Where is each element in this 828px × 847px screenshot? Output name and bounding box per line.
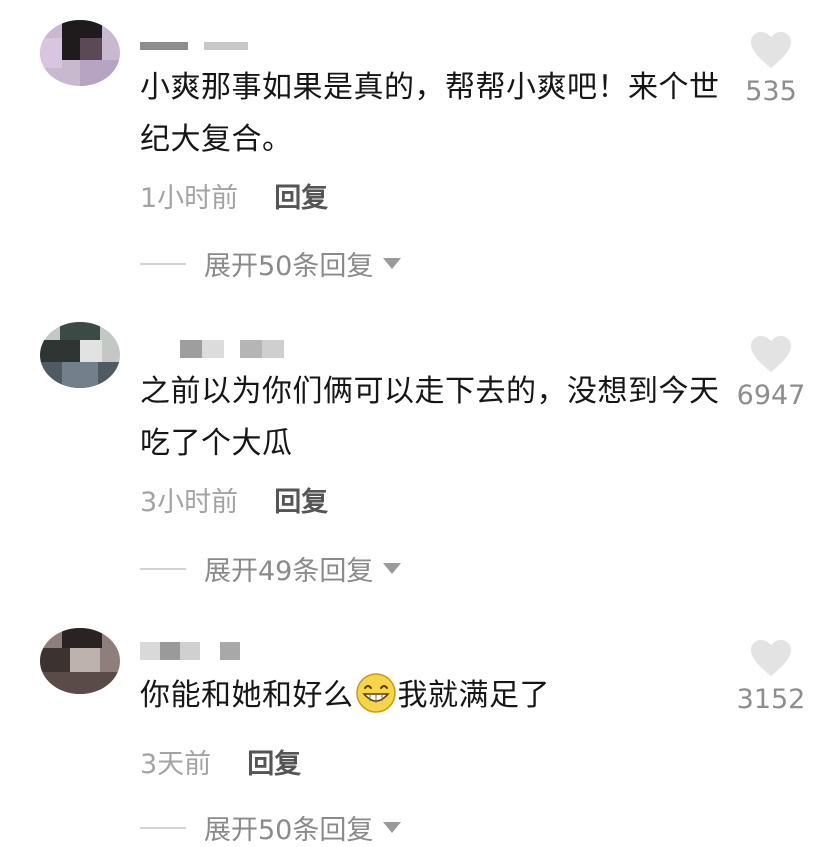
- like-count: 535: [745, 76, 797, 107]
- reply-button[interactable]: 回复: [274, 183, 328, 214]
- expand-replies-label: 展开49条回复: [204, 556, 374, 587]
- expand-replies-button[interactable]: 展开50条回复: [140, 808, 402, 847]
- comment-meta: 1小时前 回复: [140, 176, 328, 215]
- comment-meta: 3小时前 回复: [140, 480, 328, 519]
- divider-line: [140, 567, 186, 570]
- comment-time: 3小时前: [140, 487, 239, 518]
- comment-text-after: 我就满足了: [397, 678, 550, 713]
- expand-replies-button[interactable]: 展开49条回复: [140, 549, 402, 588]
- comment-text: 小爽那事如果是真的，帮帮小爽吧！来个世纪大复合。: [140, 70, 720, 157]
- expand-replies-label: 展开50条回复: [204, 251, 374, 282]
- avatar[interactable]: [40, 628, 120, 694]
- like-button[interactable]: 6947: [736, 334, 806, 411]
- chevron-down-icon: [383, 258, 402, 269]
- comment-text: 你能和她和好么 我就满足了: [140, 670, 720, 722]
- like-count: 6947: [736, 380, 806, 411]
- comment-time: 3天前: [140, 749, 212, 780]
- heart-icon: [751, 31, 791, 69]
- avatar[interactable]: [40, 322, 120, 388]
- reply-button[interactable]: 回复: [247, 749, 301, 780]
- chevron-down-icon: [383, 822, 402, 833]
- comment-text-before: 你能和她和好么: [140, 678, 354, 713]
- expand-replies-label: 展开50条回复: [204, 815, 374, 846]
- heart-icon: [751, 639, 791, 677]
- avatar[interactable]: [40, 20, 120, 86]
- reply-button[interactable]: 回复: [274, 487, 328, 518]
- like-button[interactable]: 3152: [736, 638, 806, 715]
- chevron-down-icon: [383, 563, 402, 574]
- like-count: 3152: [736, 684, 806, 715]
- divider-line: [140, 262, 186, 265]
- like-button[interactable]: 535: [736, 30, 806, 107]
- heart-icon: [751, 335, 791, 373]
- comment-text: 之前以为你们俩可以走下去的，没想到今天吃了个大瓜: [140, 374, 720, 461]
- comment-time: 1小时前: [140, 183, 239, 214]
- divider-line: [140, 826, 186, 829]
- expand-replies-button[interactable]: 展开50条回复: [140, 244, 402, 283]
- grin-emoji-icon: [355, 673, 396, 713]
- comment-meta: 3天前 回复: [140, 742, 301, 781]
